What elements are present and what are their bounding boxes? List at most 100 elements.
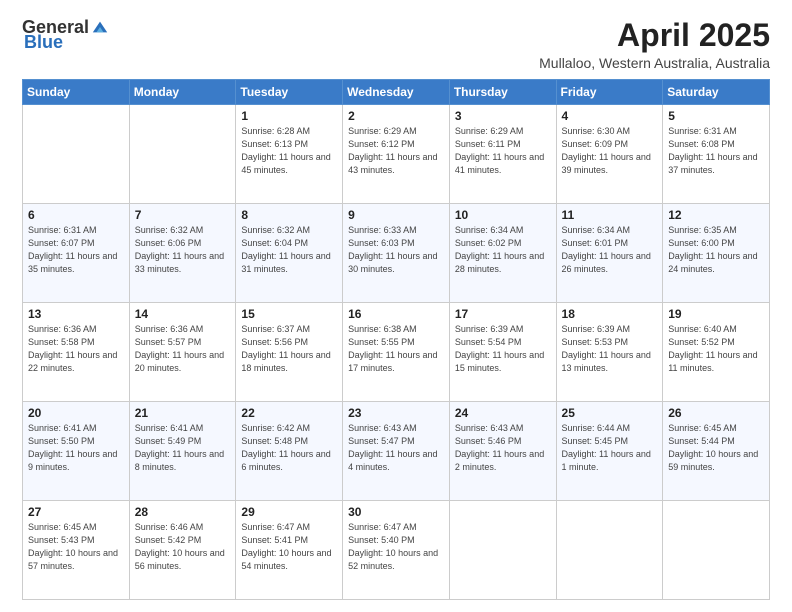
table-row: 17 Sunrise: 6:39 AMSunset: 5:54 PMDayligh…	[449, 303, 556, 402]
day-info: Sunrise: 6:45 AMSunset: 5:44 PMDaylight:…	[668, 422, 764, 474]
calendar-week-row: 6 Sunrise: 6:31 AMSunset: 6:07 PMDaylight…	[23, 204, 770, 303]
table-row	[556, 501, 663, 600]
table-row: 7 Sunrise: 6:32 AMSunset: 6:06 PMDaylight…	[129, 204, 236, 303]
table-row: 16Sunrise: 6:38 AMSunset: 5:55 PMDayligh…	[343, 303, 450, 402]
calendar-week-row: 27 Sunrise: 6:45 AMSunset: 5:43 PMDayligh…	[23, 501, 770, 600]
table-row: 18 Sunrise: 6:39 AMSunset: 5:53 PMDayligh…	[556, 303, 663, 402]
day-info: Sunrise: 6:39 AMSunset: 5:53 PMDaylight:…	[562, 323, 658, 375]
day-info: Sunrise: 6:33 AMSunset: 6:03 PMDaylight:…	[348, 224, 444, 276]
day-number: 4	[562, 109, 658, 123]
col-friday: Friday	[556, 80, 663, 105]
table-row: 11 Sunrise: 6:34 AMSunset: 6:01 PMDayligh…	[556, 204, 663, 303]
day-info: Sunrise: 6:34 AMSunset: 6:02 PMDaylight:…	[455, 224, 551, 276]
day-info: Sunrise: 6:47 AMSunset: 5:40 PMDaylight:…	[348, 521, 444, 573]
table-row: 12 Sunrise: 6:35 AMSunset: 6:00 PMDayligh…	[663, 204, 770, 303]
table-row: 21 Sunrise: 6:41 AMSunset: 5:49 PMDayligh…	[129, 402, 236, 501]
day-number: 21	[135, 406, 231, 420]
table-row: 23 Sunrise: 6:43 AMSunset: 5:47 PMDayligh…	[343, 402, 450, 501]
location: Mullaloo, Western Australia, Australia	[539, 55, 770, 71]
day-info: Sunrise: 6:28 AMSunset: 6:13 PMDaylight:…	[241, 125, 337, 177]
day-number: 14	[135, 307, 231, 321]
day-number: 29	[241, 505, 337, 519]
day-info: Sunrise: 6:32 AMSunset: 6:06 PMDaylight:…	[135, 224, 231, 276]
month-title: April 2025	[539, 18, 770, 53]
table-row: 9Sunrise: 6:33 AMSunset: 6:03 PMDaylight…	[343, 204, 450, 303]
day-number: 3	[455, 109, 551, 123]
day-info: Sunrise: 6:43 AMSunset: 5:47 PMDaylight:…	[348, 422, 444, 474]
day-number: 19	[668, 307, 764, 321]
title-area: April 2025 Mullaloo, Western Australia, …	[539, 18, 770, 71]
table-row: 30 Sunrise: 6:47 AMSunset: 5:40 PMDayligh…	[343, 501, 450, 600]
day-number: 8	[241, 208, 337, 222]
day-number: 12	[668, 208, 764, 222]
page: General Blue April 2025 Mullaloo, Wester…	[0, 0, 792, 612]
day-number: 6	[28, 208, 124, 222]
day-info: Sunrise: 6:36 AMSunset: 5:58 PMDaylight:…	[28, 323, 124, 375]
table-row: 8 Sunrise: 6:32 AMSunset: 6:04 PMDaylight…	[236, 204, 343, 303]
day-info: Sunrise: 6:43 AMSunset: 5:46 PMDaylight:…	[455, 422, 551, 474]
table-row: 28 Sunrise: 6:46 AMSunset: 5:42 PMDayligh…	[129, 501, 236, 600]
day-info: Sunrise: 6:41 AMSunset: 5:49 PMDaylight:…	[135, 422, 231, 474]
table-row: 14 Sunrise: 6:36 AMSunset: 5:57 PMDayligh…	[129, 303, 236, 402]
day-info: Sunrise: 6:34 AMSunset: 6:01 PMDaylight:…	[562, 224, 658, 276]
day-number: 18	[562, 307, 658, 321]
col-sunday: Sunday	[23, 80, 130, 105]
day-number: 10	[455, 208, 551, 222]
table-row: 1 Sunrise: 6:28 AMSunset: 6:13 PMDaylight…	[236, 105, 343, 204]
table-row	[23, 105, 130, 204]
day-number: 25	[562, 406, 658, 420]
day-number: 23	[348, 406, 444, 420]
day-info: Sunrise: 6:46 AMSunset: 5:42 PMDaylight:…	[135, 521, 231, 573]
day-info: Sunrise: 6:40 AMSunset: 5:52 PMDaylight:…	[668, 323, 764, 375]
col-thursday: Thursday	[449, 80, 556, 105]
col-tuesday: Tuesday	[236, 80, 343, 105]
day-number: 1	[241, 109, 337, 123]
day-number: 20	[28, 406, 124, 420]
table-row	[129, 105, 236, 204]
header: General Blue April 2025 Mullaloo, Wester…	[22, 18, 770, 71]
day-number: 5	[668, 109, 764, 123]
day-number: 24	[455, 406, 551, 420]
calendar-week-row: 13 Sunrise: 6:36 AMSunset: 5:58 PMDayligh…	[23, 303, 770, 402]
day-number: 2	[348, 109, 444, 123]
table-row: 5 Sunrise: 6:31 AMSunset: 6:08 PMDaylight…	[663, 105, 770, 204]
day-info: Sunrise: 6:35 AMSunset: 6:00 PMDaylight:…	[668, 224, 764, 276]
day-number: 30	[348, 505, 444, 519]
table-row: 4 Sunrise: 6:30 AMSunset: 6:09 PMDaylight…	[556, 105, 663, 204]
day-number: 11	[562, 208, 658, 222]
col-wednesday: Wednesday	[343, 80, 450, 105]
day-number: 27	[28, 505, 124, 519]
logo-icon	[91, 18, 109, 36]
day-info: Sunrise: 6:31 AMSunset: 6:07 PMDaylight:…	[28, 224, 124, 276]
day-info: Sunrise: 6:47 AMSunset: 5:41 PMDaylight:…	[241, 521, 337, 573]
col-saturday: Saturday	[663, 80, 770, 105]
table-row: 6 Sunrise: 6:31 AMSunset: 6:07 PMDaylight…	[23, 204, 130, 303]
col-monday: Monday	[129, 80, 236, 105]
day-info: Sunrise: 6:32 AMSunset: 6:04 PMDaylight:…	[241, 224, 337, 276]
calendar-week-row: 20 Sunrise: 6:41 AMSunset: 5:50 PMDayligh…	[23, 402, 770, 501]
table-row: 10 Sunrise: 6:34 AMSunset: 6:02 PMDayligh…	[449, 204, 556, 303]
day-info: Sunrise: 6:39 AMSunset: 5:54 PMDaylight:…	[455, 323, 551, 375]
day-info: Sunrise: 6:29 AMSunset: 6:11 PMDaylight:…	[455, 125, 551, 177]
day-info: Sunrise: 6:31 AMSunset: 6:08 PMDaylight:…	[668, 125, 764, 177]
day-info: Sunrise: 6:29 AMSunset: 6:12 PMDaylight:…	[348, 125, 444, 177]
day-number: 7	[135, 208, 231, 222]
table-row: 15Sunrise: 6:37 AMSunset: 5:56 PMDayligh…	[236, 303, 343, 402]
day-info: Sunrise: 6:41 AMSunset: 5:50 PMDaylight:…	[28, 422, 124, 474]
table-row: 20 Sunrise: 6:41 AMSunset: 5:50 PMDayligh…	[23, 402, 130, 501]
day-number: 13	[28, 307, 124, 321]
calendar-table: Sunday Monday Tuesday Wednesday Thursday…	[22, 79, 770, 600]
day-number: 15	[241, 307, 337, 321]
day-info: Sunrise: 6:45 AMSunset: 5:43 PMDaylight:…	[28, 521, 124, 573]
table-row: 22Sunrise: 6:42 AMSunset: 5:48 PMDayligh…	[236, 402, 343, 501]
day-info: Sunrise: 6:36 AMSunset: 5:57 PMDaylight:…	[135, 323, 231, 375]
table-row: 24 Sunrise: 6:43 AMSunset: 5:46 PMDayligh…	[449, 402, 556, 501]
table-row: 27 Sunrise: 6:45 AMSunset: 5:43 PMDayligh…	[23, 501, 130, 600]
day-number: 17	[455, 307, 551, 321]
day-info: Sunrise: 6:30 AMSunset: 6:09 PMDaylight:…	[562, 125, 658, 177]
logo-blue-text: Blue	[24, 32, 63, 53]
table-row	[663, 501, 770, 600]
day-info: Sunrise: 6:44 AMSunset: 5:45 PMDaylight:…	[562, 422, 658, 474]
day-number: 28	[135, 505, 231, 519]
day-info: Sunrise: 6:42 AMSunset: 5:48 PMDaylight:…	[241, 422, 337, 474]
